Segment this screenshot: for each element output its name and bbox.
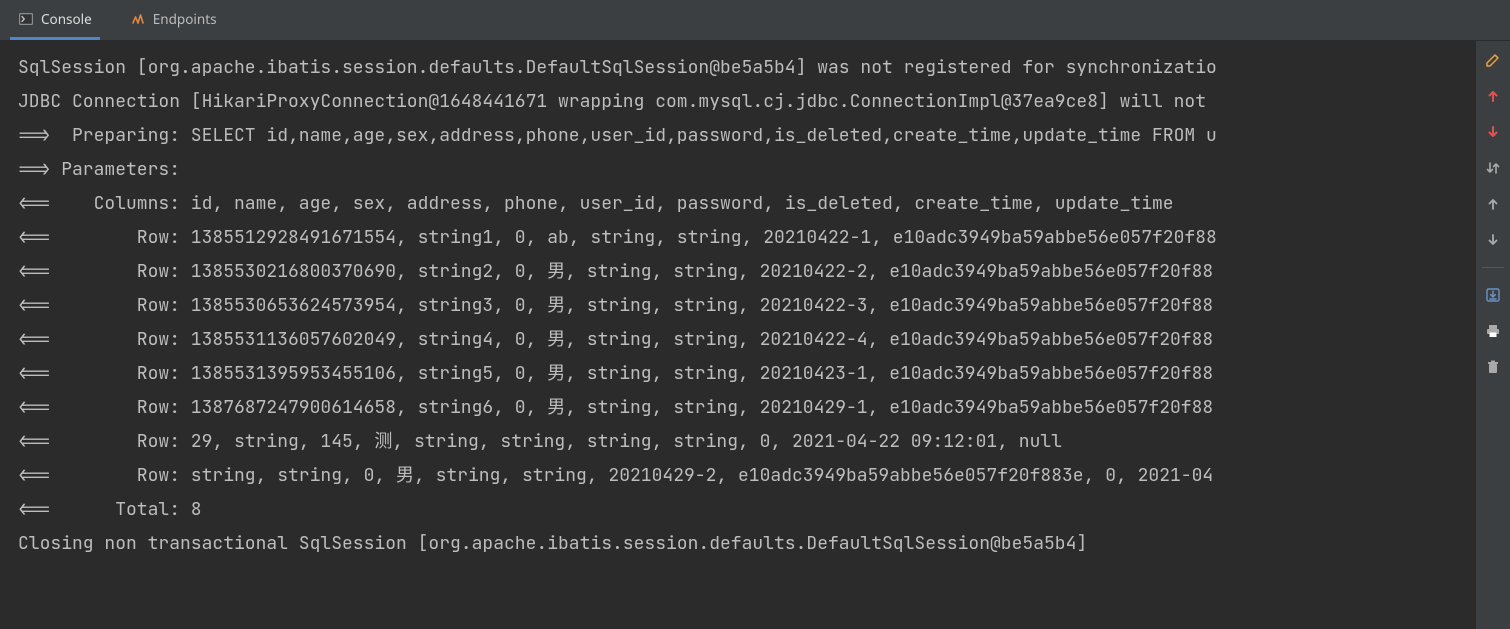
collapse-down-button[interactable] [1482, 229, 1504, 251]
tool-window-body: SqlSession [org.apache.ibatis.session.de… [0, 41, 1510, 629]
console-line: <== Row: 1385531395953455106, string5, 0… [18, 357, 1475, 391]
tool-window-tabs: Console Endpoints [0, 0, 1510, 41]
console-text: SqlSession [org.apache.ibatis.session.de… [0, 41, 1475, 571]
console-line: ==> Parameters: [18, 153, 1475, 187]
ide-tool-window: Console Endpoints SqlSession [org.apache… [0, 0, 1510, 629]
console-line: SqlSession [org.apache.ibatis.session.de… [18, 51, 1475, 85]
console-line: <== Row: 1385530216800370690, string2, 0… [18, 255, 1475, 289]
tab-console-label: Console [41, 10, 92, 28]
console-line: <== Row: string, string, 0, 男, string, s… [18, 459, 1475, 493]
console-line: <== Total: 8 [18, 493, 1475, 527]
console-line: <== Row: 29, string, 145, 测, string, str… [18, 425, 1475, 459]
tab-endpoints[interactable]: Endpoints [122, 0, 225, 40]
previous-occurrence-button[interactable] [1482, 85, 1504, 107]
endpoints-icon [130, 11, 146, 27]
console-line: JDBC Connection [HikariProxyConnection@1… [18, 85, 1475, 119]
console-line: <== Row: 1385531136057602049, string4, 0… [18, 323, 1475, 357]
console-line: <== Row: 1385512928491671554, string1, 0… [18, 221, 1475, 255]
collapse-up-button[interactable] [1482, 193, 1504, 215]
console-line: <== Columns: id, name, age, sex, address… [18, 187, 1475, 221]
toolbar-separator [1482, 267, 1504, 268]
next-occurrence-button[interactable] [1482, 121, 1504, 143]
console-side-toolbar [1475, 41, 1510, 629]
use-soft-wraps-button[interactable] [1482, 157, 1504, 179]
console-output[interactable]: SqlSession [org.apache.ibatis.session.de… [0, 41, 1475, 629]
console-line: ==> Preparing: SELECT id,name,age,sex,ad… [18, 119, 1475, 153]
console-line: Closing non transactional SqlSession [or… [18, 527, 1475, 561]
scroll-to-end-button[interactable] [1482, 284, 1504, 306]
tab-endpoints-label: Endpoints [153, 10, 217, 28]
tab-console[interactable]: Console [10, 0, 100, 40]
console-line: <== Row: 1387687247900614658, string6, 0… [18, 391, 1475, 425]
clear-all-button[interactable] [1482, 356, 1504, 378]
print-button[interactable] [1482, 320, 1504, 342]
console-icon [18, 11, 34, 27]
edit-source-button[interactable] [1482, 49, 1504, 71]
console-line: <== Row: 1385530653624573954, string3, 0… [18, 289, 1475, 323]
